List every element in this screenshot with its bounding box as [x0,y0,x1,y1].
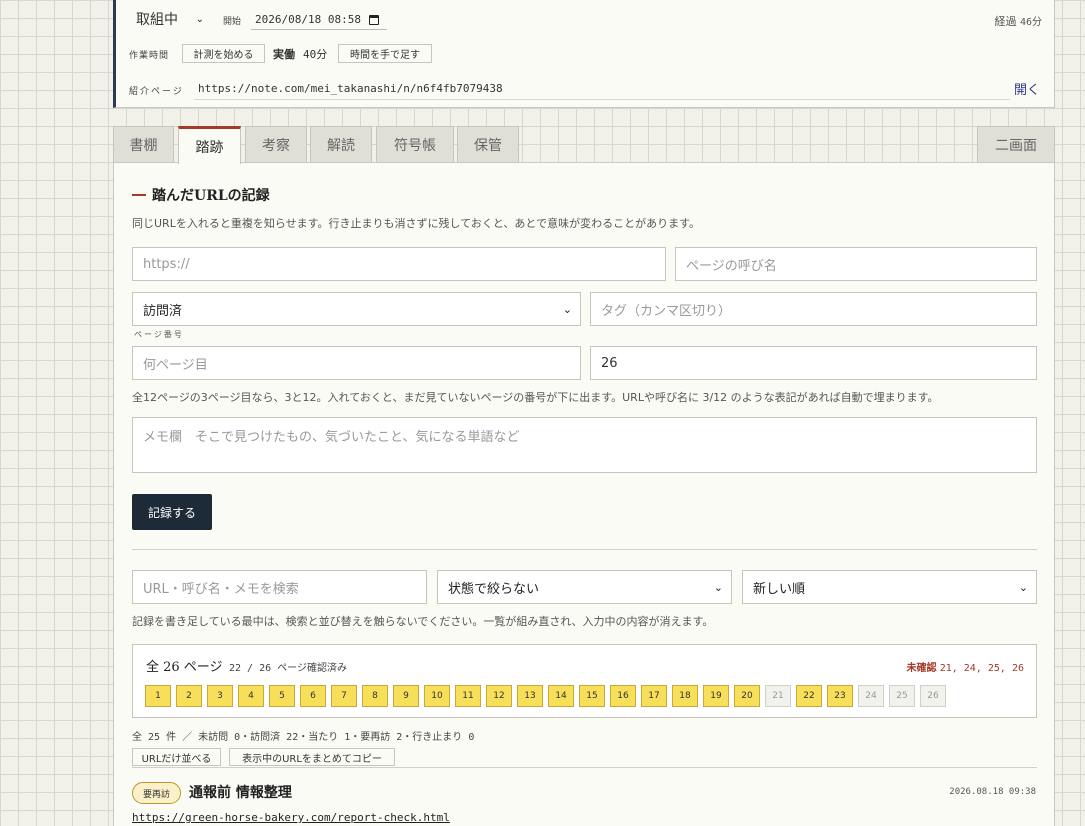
intro-url-input[interactable]: https://note.com/mei_takanashi/n/n6f4fb7… [194,78,1010,100]
start-timer-button[interactable]: 計測を始める [182,44,265,63]
entry-timestamp: 2026.08.18 09:38 [949,787,1036,797]
tab-codebook[interactable]: 符号帳 [376,126,454,163]
page-chip[interactable]: 7 [331,685,357,707]
title-dash-icon [132,194,146,196]
footprints-panel: 踏んだURLの記録 同じURLを入れると重複を知らせます。行き止まりも消さずに残… [113,162,1055,826]
page-chip[interactable]: 9 [393,685,419,707]
memo-textarea[interactable]: メモ欄 そこで見つけたもの、気づいたこと、気になる単語など [132,417,1037,473]
page-chip[interactable]: 15 [579,685,605,707]
record-summary: 全 25 件 ／ 未訪問 0・訪問済 22・当たり 1・要再訪 2・行き止まり … [132,732,475,743]
calendar-icon[interactable] [368,14,379,25]
page-chip[interactable]: 16 [610,685,636,707]
status-dropdown[interactable]: 訪問済 ⌄ [132,292,581,326]
url-input[interactable]: https:// [132,247,666,281]
open-link[interactable]: 開く [1014,79,1040,98]
sort-value: 新しい順 [753,581,806,597]
record-button[interactable]: 記録する [132,494,212,530]
page-chip[interactable]: 5 [269,685,295,707]
search-input[interactable]: URL・呼び名・メモを検索 [132,570,427,604]
page-number-input[interactable]: 何ページ目 [132,346,581,380]
status-dropdown-value: 訪問済 [143,303,183,319]
add-time-button[interactable]: 時間を手で足す [338,44,432,63]
elapsed-time: 経過 46分 [994,13,1042,29]
elapsed-label: 経過 [994,15,1017,28]
page-chip[interactable]: 8 [362,685,388,707]
page-chip[interactable]: 12 [486,685,512,707]
entry-url-link[interactable]: https://green-horse-bakery.com/report-ch… [132,811,450,824]
list-urls-button[interactable]: URLだけ並べる [132,748,221,766]
page-chip[interactable]: 21 [765,685,791,707]
status-select[interactable]: 取組中 ⌄ [130,8,210,30]
unconfirmed-label: 未確認 [906,663,937,674]
tab-bar: 書棚 踏跡 考察 解読 符号帳 保管 二画面 [113,126,1055,164]
page-number-label: ページ番号 [134,330,184,339]
page-chip[interactable]: 24 [858,685,884,707]
page-chip[interactable]: 23 [827,685,853,707]
start-datetime-value: 2026/08/18 08:58 [255,13,361,26]
chevron-down-icon: ⌄ [195,13,204,25]
page-chip[interactable]: 2 [176,685,202,707]
copy-urls-button[interactable]: 表示中のURLをまとめてコピー [229,748,395,766]
page-chip[interactable]: 1 [145,685,171,707]
chevron-down-icon: ⌄ [1018,580,1028,594]
page-name-input[interactable]: ページの呼び名 [675,247,1037,281]
session-header: 取組中 ⌄ 開始 2026/08/18 08:58 経過 46分 作業時間 計測… [113,0,1055,108]
intro-page-label: 紹介ページ [129,87,184,97]
actual-time: 実働 40分 [273,46,327,62]
total-pages-input[interactable]: 26 [590,346,1037,380]
unconfirmed-pages: 未確認 21, 24, 25, 26 [907,659,1024,674]
page-chip[interactable]: 19 [703,685,729,707]
status-badge: 要再訪 [132,782,181,804]
status-filter-dropdown[interactable]: 状態で絞らない ⌄ [437,570,732,604]
tab-footprints[interactable]: 踏跡 [178,126,241,164]
elapsed-value: 46分 [1019,17,1042,28]
page-chip[interactable]: 6 [300,685,326,707]
start-datetime-input[interactable]: 2026/08/18 08:58 [251,10,387,30]
page-chip[interactable]: 20 [734,685,760,707]
page-chip[interactable]: 17 [641,685,667,707]
page-hint: 全12ページの3ページ目なら、3と12。入れておくと、まだ見ていないページの番号… [132,391,939,404]
chevron-down-icon: ⌄ [562,302,572,316]
section-title-text: 踏んだURLの記録 [152,188,270,204]
page-chip[interactable]: 13 [517,685,543,707]
chevron-down-icon: ⌄ [713,580,723,594]
entry-title: 通報前 情報整理 [189,785,292,801]
tags-input[interactable]: タグ（カンマ区切り） [590,292,1037,326]
section-description: 同じURLを入れると重複を知らせます。行き止まりも消さずに残しておくと、あとで意… [132,217,700,230]
page-chip-row: 1 2 3 4 5 6 7 8 9 10 11 12 13 14 15 16 17 18 19 20 21 22 23 24 2… [145,685,946,707]
actual-value: 40分 [303,48,328,61]
section-title: 踏んだURLの記録 [132,185,270,205]
filter-warning: 記録を書き足している最中は、検索と並び替えを触らないでください。一覧が組み直され… [132,615,714,628]
status-select-value: 取組中 [136,12,178,28]
page-chip[interactable]: 14 [548,685,574,707]
page-chip[interactable]: 10 [424,685,450,707]
start-label: 開始 [223,17,242,27]
tab-bookshelf[interactable]: 書棚 [113,126,174,163]
tab-storage[interactable]: 保管 [457,126,519,163]
worktime-label: 作業時間 [129,51,170,61]
page-chip[interactable]: 25 [889,685,915,707]
tab-decode[interactable]: 解読 [310,126,372,163]
page-confirmed-count: 22 / 26 ページ確認済み [229,663,347,674]
page-progress-box: 全 26 ページ 22 / 26 ページ確認済み 未確認 21, 24, 25,… [132,644,1037,718]
tab-analysis[interactable]: 考察 [245,126,307,163]
divider [132,549,1037,550]
page-chip[interactable]: 3 [207,685,233,707]
actual-label: 実働 [273,48,295,61]
page-chip[interactable]: 22 [796,685,822,707]
unconfirmed-value: 21, 24, 25, 26 [939,663,1024,674]
sort-dropdown[interactable]: 新しい順 ⌄ [742,570,1037,604]
page-chip[interactable]: 18 [672,685,698,707]
status-filter-value: 状態で絞らない [448,581,540,597]
page-chip[interactable]: 11 [455,685,481,707]
page-chip[interactable]: 4 [238,685,264,707]
page-chip[interactable]: 26 [920,685,946,707]
divider [132,767,1037,768]
page-total-title: 全 26 ページ [146,660,223,675]
tab-split-view[interactable]: 二画面 [977,126,1055,163]
